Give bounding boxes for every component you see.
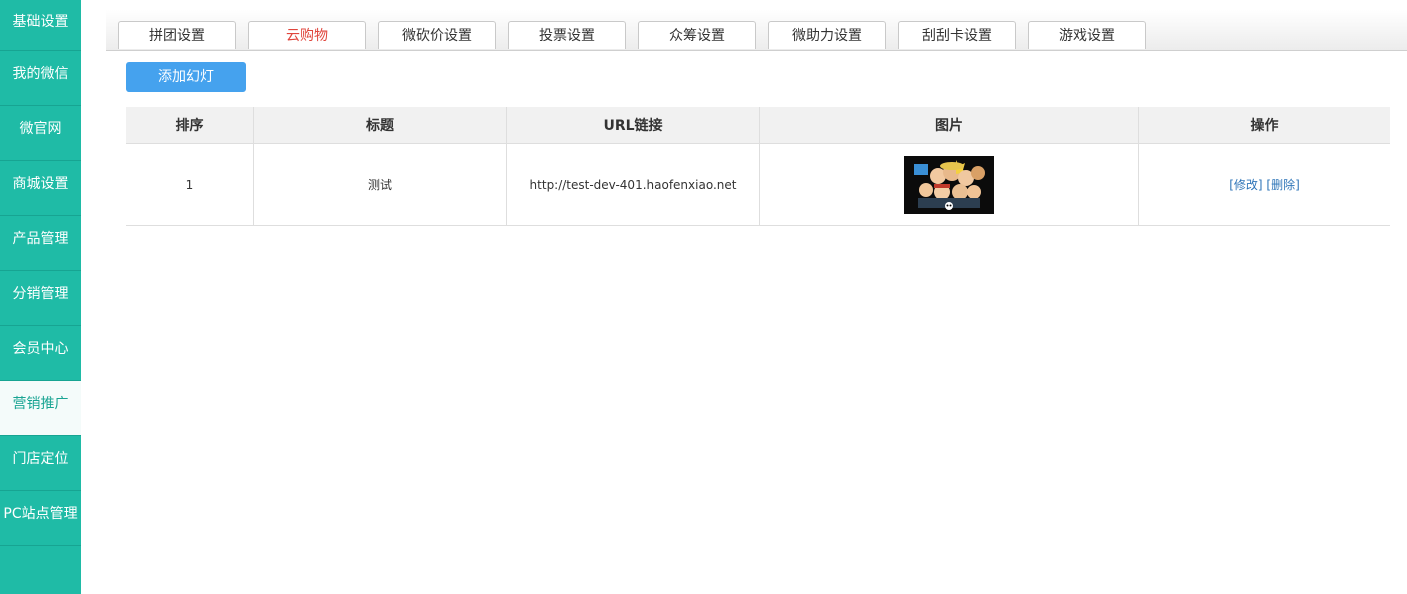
sidebar-item-store-location[interactable]: 门店定位 [0, 436, 81, 491]
tab-scratch-card-settings[interactable]: 刮刮卡设置 [898, 21, 1016, 49]
sidebar-item-distribution-management[interactable]: 分销管理 [0, 271, 81, 326]
column-header-title: 标题 [253, 107, 507, 144]
sidebar-item-product-management[interactable]: 产品管理 [0, 216, 81, 271]
edit-link[interactable]: [修改] [1229, 178, 1262, 192]
sidebar-item-basic-settings[interactable]: 基础设置 [0, 0, 81, 51]
tab-cloud-shopping[interactable]: 云购物 [248, 21, 366, 49]
tab-assist-settings[interactable]: 微助力设置 [768, 21, 886, 49]
tab-bargain-settings[interactable]: 微砍价设置 [378, 21, 496, 49]
sidebar-item-my-wechat[interactable]: 我的微信 [0, 51, 81, 106]
sidebar-item-mall-settings[interactable]: 商城设置 [0, 161, 81, 216]
tab-group-buy-settings[interactable]: 拼团设置 [118, 21, 236, 49]
tab-vote-settings[interactable]: 投票设置 [508, 21, 626, 49]
tab-bar: 拼团设置 云购物 微砍价设置 投票设置 众筹设置 微助力设置 刮刮卡设置 游戏设… [106, 10, 1407, 51]
cell-title: 测试 [253, 143, 507, 226]
sidebar-item-member-center[interactable]: 会员中心 [0, 326, 81, 381]
cell-order: 1 [126, 143, 254, 226]
column-header-actions: 操作 [1138, 107, 1390, 144]
sidebar-item-pc-site-management[interactable]: PC站点管理 [0, 491, 81, 546]
column-header-order: 排序 [126, 107, 254, 144]
cartoon-group-image [904, 155, 994, 214]
column-header-image: 图片 [759, 107, 1139, 144]
slide-thumbnail-image [904, 155, 994, 214]
sidebar: 基础设置 我的微信 微官网 商城设置 产品管理 分销管理 会员中心 营销推广 门… [0, 0, 81, 594]
sidebar-item-micro-site[interactable]: 微官网 [0, 106, 81, 161]
tab-game-settings[interactable]: 游戏设置 [1028, 21, 1146, 49]
column-header-url: URL链接 [506, 107, 760, 144]
cell-image [759, 143, 1139, 226]
delete-link[interactable]: [删除] [1266, 178, 1299, 192]
tab-crowdfunding-settings[interactable]: 众筹设置 [638, 21, 756, 49]
main-content: 拼团设置 云购物 微砍价设置 投票设置 众筹设置 微助力设置 刮刮卡设置 游戏设… [106, 0, 1407, 594]
slides-table: 排序 标题 URL链接 图片 操作 1 测试 http://test-dev-4… [126, 107, 1390, 226]
cell-actions: [修改] [删除] [1138, 143, 1390, 226]
add-slide-button[interactable]: 添加幻灯 [126, 62, 246, 92]
cell-url: http://test-dev-401.haofenxiao.net [506, 143, 760, 226]
table-row: 1 测试 http://test-dev-401.haofenxiao.net [126, 143, 1390, 226]
table-header-row: 排序 标题 URL链接 图片 操作 [126, 107, 1390, 144]
sidebar-item-marketing[interactable]: 营销推广 [0, 381, 81, 436]
